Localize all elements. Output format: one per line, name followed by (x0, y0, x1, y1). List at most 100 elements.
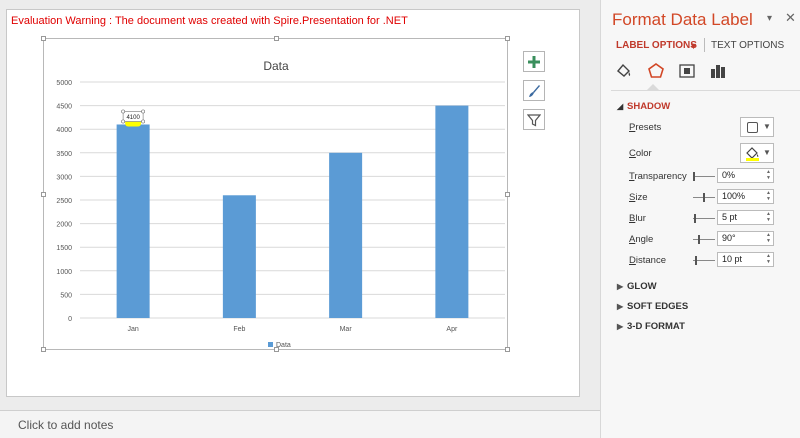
bar-chart[interactable]: Data 0 500 1000 1500 2000 2500 3000 3500 4000 4500… (44, 39, 509, 351)
chart-styles-button[interactable] (523, 80, 545, 101)
effects-tab[interactable] (644, 60, 668, 82)
resize-handle-right[interactable] (505, 192, 510, 197)
x-tick-label: Feb (233, 326, 245, 333)
presets-label-text: Presets (629, 122, 662, 133)
chart-filters-button[interactable] (523, 109, 545, 130)
glow-section-header[interactable]: ▶ GLOW (617, 281, 657, 292)
data-label-handle (121, 119, 126, 124)
resize-handle-top-left[interactable] (41, 36, 46, 41)
label-options-tab[interactable] (706, 60, 730, 82)
paint-bucket-icon (746, 147, 759, 161)
chart-elements-button[interactable] (523, 51, 545, 72)
size-slider[interactable] (693, 193, 715, 202)
angle-label: Angle (629, 234, 653, 245)
spinner-arrows-icon[interactable]: ▲ ▼ (766, 190, 771, 202)
resize-handle-bottom-left[interactable] (41, 347, 46, 352)
expand-arrow-icon: ▶ (617, 322, 624, 331)
color-label: Color (629, 148, 652, 159)
soft-edges-section-header[interactable]: ▶ SOFT EDGES (617, 301, 688, 312)
resize-handle-bottom-right[interactable] (505, 347, 510, 352)
size-properties-icon (679, 64, 695, 78)
collapse-arrow-icon: ◢ (617, 102, 624, 111)
blur-label-text: Blur (629, 213, 646, 224)
soft-edges-section-label: SOFT EDGES (627, 301, 689, 312)
transparency-input[interactable]: 0% ▲ ▼ (717, 168, 774, 183)
bar-mar[interactable] (329, 152, 363, 318)
shadow-section-label: SHADOW (627, 101, 671, 112)
chart-styles-icon (529, 84, 540, 97)
shadow-section-header[interactable]: ◢ SHADOW (617, 101, 670, 112)
fill-line-icon (617, 63, 631, 77)
chevron-down-icon: ▼ (763, 122, 771, 131)
chart-frame[interactable]: Data 0 500 1000 1500 2000 2500 3000 3500 4000 4500… (41, 36, 510, 352)
bar-feb[interactable] (222, 195, 256, 318)
color-label-text: Color (629, 148, 652, 159)
distance-slider[interactable] (693, 256, 715, 265)
angle-input[interactable]: 90° ▲ ▼ (717, 231, 774, 246)
spinner-arrows-icon[interactable]: ▲ ▼ (766, 253, 771, 265)
fill-line-tab[interactable] (612, 60, 636, 82)
chart-filters-icon (527, 113, 541, 126)
legend-swatch (268, 342, 273, 347)
slide-editor: Evaluation Warning : The document was cr… (0, 0, 600, 438)
angle-label-text: Angle (629, 234, 654, 245)
resize-handle-bottom[interactable] (274, 347, 279, 352)
3d-format-section-header[interactable]: ▶ 3-D FORMAT (617, 321, 685, 332)
presets-label: Presets (629, 122, 661, 133)
size-input[interactable]: 100% ▲ ▼ (717, 189, 774, 204)
shadow-preset-icon (747, 122, 758, 133)
size-properties-tab[interactable] (675, 60, 699, 82)
angle-slider[interactable] (693, 235, 715, 244)
resize-handle-top-right[interactable] (505, 36, 510, 41)
resize-handle-top[interactable] (274, 36, 279, 41)
presets-dropdown[interactable]: ▼ (740, 117, 774, 137)
glow-section-label: GLOW (627, 281, 657, 292)
format-data-label-pane: Format Data Label ▾ ✕ LABEL OPTIONS ▼ TE… (600, 0, 800, 438)
x-tick-label: Jan (127, 326, 138, 333)
y-tick-label: 5000 (56, 80, 72, 87)
blur-value: 5 pt (722, 212, 738, 222)
resize-handle-left[interactable] (41, 192, 46, 197)
data-label-handle (121, 109, 126, 114)
y-tick-label: 3000 (56, 174, 72, 181)
spinner-arrows-icon[interactable]: ▲ ▼ (766, 211, 771, 223)
tab-label-options[interactable]: LABEL OPTIONS (616, 40, 697, 51)
y-tick-label: 4000 (56, 127, 72, 134)
bar-apr[interactable] (435, 105, 469, 318)
expand-arrow-icon: ▶ (617, 302, 624, 311)
pane-close-icon[interactable]: ✕ (785, 10, 796, 26)
tab-text-options[interactable]: TEXT OPTIONS (711, 40, 784, 51)
bar-jan[interactable] (116, 124, 150, 318)
spinner-arrows-icon[interactable]: ▲ ▼ (766, 232, 771, 244)
chevron-down-icon: ▼ (763, 148, 771, 157)
y-tick-label: 2500 (56, 198, 72, 205)
data-label-handle (141, 119, 146, 124)
size-label-text: Size (629, 192, 648, 203)
tab-divider (704, 38, 705, 52)
transparency-label-text: Transparency (629, 171, 687, 182)
transparency-label: Transparency (629, 171, 687, 182)
label-options-icon (711, 65, 725, 78)
blur-label: Blur (629, 213, 646, 224)
size-value: 100% (722, 191, 746, 201)
blur-slider[interactable] (693, 214, 715, 223)
effects-icon (648, 63, 664, 78)
distance-label-text: Distance (629, 255, 666, 266)
distance-input[interactable]: 10 pt ▲ ▼ (717, 252, 774, 267)
spinner-arrows-icon[interactable]: ▲ ▼ (766, 169, 771, 181)
3d-format-section-label: 3-D FORMAT (627, 321, 685, 332)
y-tick-label: 1500 (56, 245, 72, 252)
transparency-slider[interactable] (693, 172, 715, 181)
shadow-color-picker[interactable]: ▼ (740, 143, 774, 163)
notes-pane[interactable]: Click to add notes (0, 410, 600, 438)
size-label: Size (629, 192, 648, 203)
chart-title: Data (263, 59, 289, 73)
distance-value: 10 pt (722, 254, 743, 264)
chevron-down-icon[interactable]: ▼ (689, 41, 698, 51)
y-tick-label: 1000 (56, 269, 72, 276)
blur-input[interactable]: 5 pt ▲ ▼ (717, 210, 774, 225)
y-tick-label: 4500 (56, 104, 72, 111)
pane-options-dropdown[interactable]: ▾ (767, 13, 772, 24)
icon-row-divider (611, 90, 800, 91)
data-label-text: 4100 (126, 115, 140, 121)
